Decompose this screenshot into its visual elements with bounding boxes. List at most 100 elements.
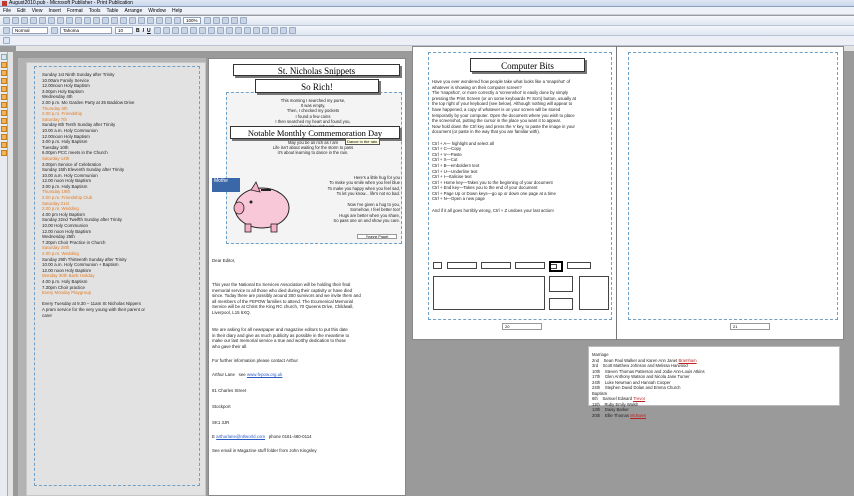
menu-edit[interactable]: Edit: [17, 8, 26, 14]
spread-fold: [616, 46, 617, 340]
justify-icon[interactable]: [180, 27, 188, 34]
save-icon[interactable]: [21, 17, 28, 24]
flip-icon[interactable]: [156, 17, 163, 24]
contact-line: Arthur Lane see www.fepow.org.uk: [212, 372, 282, 378]
rectangle-icon[interactable]: [1, 118, 7, 124]
wordart-icon[interactable]: [1, 78, 7, 84]
format-painter-icon[interactable]: [102, 17, 109, 24]
spelling-icon[interactable]: [57, 17, 64, 24]
menu-file[interactable]: File: [3, 8, 11, 14]
table-icon[interactable]: [1, 70, 7, 76]
baptism-entry: 20th Ellie Thomas McEwen: [592, 412, 647, 418]
arrow-icon[interactable]: [1, 102, 7, 108]
link-icon[interactable]: [230, 17, 238, 24]
objects-toolbar: [0, 52, 8, 496]
research-icon[interactable]: [66, 17, 73, 24]
numpad: [579, 276, 609, 310]
font-color-icon[interactable]: [243, 27, 251, 34]
help-icon[interactable]: [221, 17, 229, 24]
page-number-20[interactable]: 20: [502, 323, 542, 330]
open-icon[interactable]: [12, 17, 19, 24]
copy-icon[interactable]: [84, 17, 91, 24]
poem-credit[interactable]: Yvonne Pracel: [357, 234, 397, 239]
numbering-icon[interactable]: [189, 27, 197, 34]
autoshapes-icon[interactable]: [1, 126, 7, 132]
menu-table[interactable]: Table: [106, 8, 118, 14]
keyboard-illustration[interactable]: [433, 261, 611, 312]
menu-view[interactable]: View: [32, 8, 43, 14]
so-rich-headline[interactable]: So Rich!: [255, 79, 379, 93]
align-center-icon[interactable]: [162, 27, 170, 34]
page-icon[interactable]: [3, 37, 10, 44]
letter-line: This year the National Ex Services Assoc…: [212, 282, 351, 287]
align-left-icon[interactable]: [153, 27, 161, 34]
line-style-icon[interactable]: [252, 27, 260, 34]
columns-icon[interactable]: [165, 17, 172, 24]
tooltip: Dance in the rain.: [345, 138, 381, 145]
page-number-21[interactable]: 21: [730, 323, 770, 330]
text-box-icon[interactable]: [1, 62, 7, 68]
menu-window[interactable]: Window: [148, 8, 166, 14]
decrease-indent-icon[interactable]: [207, 27, 215, 34]
select-icon[interactable]: [1, 54, 7, 60]
zoom-out-icon[interactable]: [203, 17, 211, 24]
bring-to-front-icon[interactable]: [129, 17, 136, 24]
fill-color-icon[interactable]: [225, 27, 233, 34]
design-gallery-icon[interactable]: [1, 150, 7, 156]
postcode: SK1 3JR: [212, 420, 230, 425]
email-link[interactable]: arthurlane@ntlworld.com: [216, 434, 265, 439]
styles-icon[interactable]: [3, 27, 10, 34]
font-select[interactable]: Tahoma: [60, 27, 112, 34]
print-icon[interactable]: [39, 17, 46, 24]
contact-intro: For further information please contact A…: [212, 358, 298, 363]
zoom-select[interactable]: 100%: [183, 17, 201, 24]
key: [447, 262, 477, 269]
shadow-style-icon[interactable]: [279, 27, 287, 34]
arrow-style-icon[interactable]: [270, 27, 278, 34]
align-right-icon[interactable]: [171, 27, 179, 34]
new-icon[interactable]: [3, 17, 10, 24]
hotspot-icon[interactable]: [1, 134, 7, 140]
paste-icon[interactable]: [93, 17, 100, 24]
picture-icon[interactable]: [1, 86, 7, 92]
computer-bits-line: Have you ever wondered how people take w…: [432, 79, 571, 84]
font-size-select[interactable]: 10: [115, 27, 133, 34]
menu-bar: File Edit View Insert Format Tools Table…: [0, 7, 854, 15]
margin-guide-page-21: [628, 52, 838, 320]
undo-icon[interactable]: [111, 17, 118, 24]
address-line-2: Stockport: [212, 404, 231, 409]
special-characters-icon[interactable]: [174, 17, 181, 24]
3d-style-icon[interactable]: [288, 27, 296, 34]
style-select[interactable]: Normal: [12, 27, 48, 34]
rotate-icon[interactable]: [147, 17, 154, 24]
menu-help[interactable]: Help: [172, 8, 182, 14]
bold-button[interactable]: B: [136, 28, 140, 34]
oval-icon[interactable]: [1, 110, 7, 116]
underline-button[interactable]: U: [147, 28, 151, 34]
piggy-bank-clipart[interactable]: [231, 180, 293, 234]
vertical-ruler[interactable]: [8, 52, 14, 496]
redo-icon[interactable]: [120, 17, 127, 24]
line-color-icon[interactable]: [234, 27, 242, 34]
computer-bits-title[interactable]: Computer Bits: [470, 58, 585, 72]
snippets-title[interactable]: St. Nicholas Snippets: [233, 64, 400, 76]
website-link[interactable]: www.fepow.org.uk: [247, 372, 282, 377]
italic-button[interactable]: I: [143, 28, 144, 34]
print-preview-icon[interactable]: [48, 17, 55, 24]
dash-style-icon[interactable]: [261, 27, 269, 34]
cut-icon[interactable]: [75, 17, 82, 24]
menu-format[interactable]: Format: [67, 8, 83, 14]
computer-bits-line: And if it all goes horribly wrong, Ctrl …: [432, 207, 554, 213]
web-icon[interactable]: [239, 17, 247, 24]
form-control-icon[interactable]: [1, 142, 7, 148]
email-icon[interactable]: [30, 17, 37, 24]
see-label: see: [238, 372, 246, 377]
line-icon[interactable]: [1, 94, 7, 100]
zoom-in-icon[interactable]: [212, 17, 220, 24]
increase-indent-icon[interactable]: [216, 27, 224, 34]
menu-tools[interactable]: Tools: [89, 8, 101, 14]
bullets-icon[interactable]: [198, 27, 206, 34]
menu-arrange[interactable]: Arrange: [124, 8, 142, 14]
send-to-back-icon[interactable]: [138, 17, 145, 24]
menu-insert[interactable]: Insert: [48, 8, 61, 14]
